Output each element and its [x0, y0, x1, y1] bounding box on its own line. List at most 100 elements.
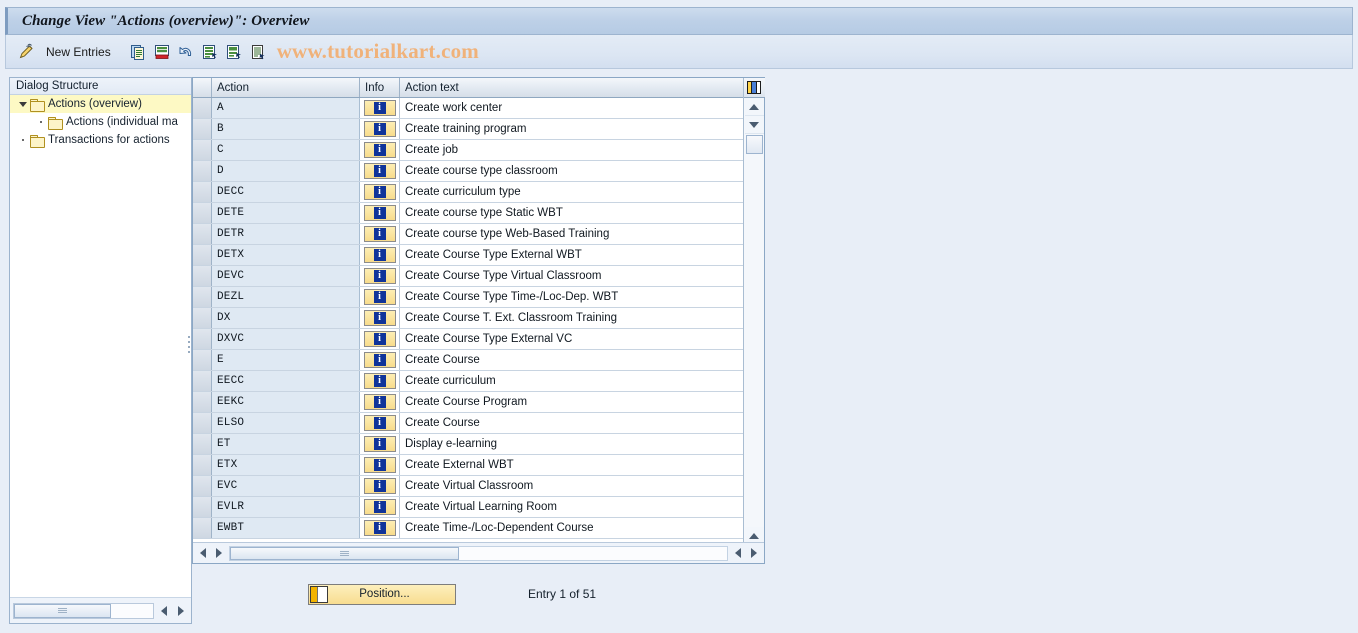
cell-action[interactable]: EWBT: [212, 518, 360, 538]
column-config-button[interactable]: [743, 78, 765, 98]
cell-action-text[interactable]: Create curriculum type: [400, 182, 745, 202]
info-button[interactable]: i: [363, 352, 396, 368]
row-select-cell[interactable]: [193, 476, 212, 496]
sidebar-scroll-left-button[interactable]: [156, 603, 171, 619]
info-button[interactable]: i: [363, 499, 396, 515]
expand-arrow-icon[interactable]: [16, 101, 30, 107]
table-scroll-right-button[interactable]: [211, 545, 227, 561]
table-row[interactable]: Ci Create job: [193, 140, 764, 161]
table-row[interactable]: ET i Display e-learning: [193, 434, 764, 455]
info-button[interactable]: i: [363, 436, 396, 452]
deselect-all-button[interactable]: [223, 40, 245, 64]
info-button[interactable]: i: [363, 163, 396, 179]
row-select-cell[interactable]: [193, 266, 212, 286]
row-select-cell[interactable]: [193, 518, 212, 538]
cell-action-text[interactable]: Create work center: [400, 98, 745, 118]
table-scroll-thumb[interactable]: [230, 546, 459, 560]
details-button[interactable]: [247, 40, 269, 64]
cell-action-text[interactable]: Create course type classroom: [400, 161, 745, 181]
cell-action-text[interactable]: Create training program: [400, 119, 745, 139]
cell-action-text[interactable]: Create Course: [400, 350, 745, 370]
table-row[interactable]: ETX i Create External WBT: [193, 455, 764, 476]
row-select-cell[interactable]: [193, 287, 212, 307]
cell-action[interactable]: C: [212, 140, 360, 160]
panel-splitter[interactable]: [186, 324, 191, 364]
sidebar-item-actions-overview[interactable]: Actions (overview): [10, 95, 191, 113]
table-scroll-left-button[interactable]: [195, 545, 211, 561]
table-row[interactable]: DETE i Create course type Static WBT: [193, 203, 764, 224]
cell-action-text[interactable]: Create External WBT: [400, 455, 745, 475]
table-row[interactable]: Ei Create Course: [193, 350, 764, 371]
table-row[interactable]: DECC i Create curriculum type: [193, 182, 764, 203]
row-select-cell[interactable]: [193, 497, 212, 517]
cell-action-text[interactable]: Create Time-/Loc-Dependent Course: [400, 518, 745, 538]
info-button[interactable]: i: [363, 310, 396, 326]
info-button[interactable]: i: [363, 184, 396, 200]
column-header-select[interactable]: [193, 78, 212, 97]
cell-action-text[interactable]: Create Course Type External WBT: [400, 245, 745, 265]
cell-action[interactable]: EVC: [212, 476, 360, 496]
cell-action-text[interactable]: Create Virtual Learning Room: [400, 497, 745, 517]
row-select-cell[interactable]: [193, 434, 212, 454]
cell-action[interactable]: ET: [212, 434, 360, 454]
row-select-cell[interactable]: [193, 392, 212, 412]
cell-action[interactable]: DETE: [212, 203, 360, 223]
cell-action[interactable]: DX: [212, 308, 360, 328]
scroll-down-button[interactable]: [744, 116, 764, 134]
cell-action-text[interactable]: Create Course Program: [400, 392, 745, 412]
info-button[interactable]: i: [363, 247, 396, 263]
row-select-cell[interactable]: [193, 140, 212, 160]
info-button[interactable]: i: [363, 415, 396, 431]
info-button[interactable]: i: [363, 205, 396, 221]
cell-action[interactable]: EECC: [212, 371, 360, 391]
cell-action[interactable]: D: [212, 161, 360, 181]
select-all-button[interactable]: [199, 40, 221, 64]
table-row[interactable]: Bi Create training program: [193, 119, 764, 140]
row-select-cell[interactable]: [193, 182, 212, 202]
table-row[interactable]: Di Create course type classroom: [193, 161, 764, 182]
row-select-cell[interactable]: [193, 98, 212, 118]
table-row[interactable]: DX i Create Course T. Ext. Classroom Train…: [193, 308, 764, 329]
table-row[interactable]: Ai Create work center: [193, 98, 764, 119]
position-button[interactable]: Position...: [308, 583, 456, 605]
table-row[interactable]: DETR i Create course type Web-Based Traini…: [193, 224, 764, 245]
table-row[interactable]: DEVC i Create Course Type Virtual Classroo…: [193, 266, 764, 287]
sidebar-scroll-thumb[interactable]: [14, 603, 112, 618]
info-button[interactable]: i: [363, 142, 396, 158]
cell-action-text[interactable]: Create course type Web-Based Training: [400, 224, 745, 244]
row-select-cell[interactable]: [193, 413, 212, 433]
info-button[interactable]: i: [363, 121, 396, 137]
sidebar-item-transactions-for-actions[interactable]: Transactions for actions: [10, 131, 191, 149]
info-button[interactable]: i: [363, 373, 396, 389]
cell-action[interactable]: ELSO: [212, 413, 360, 433]
info-button[interactable]: i: [363, 289, 396, 305]
cell-action[interactable]: EVLR: [212, 497, 360, 517]
scroll-up-button[interactable]: [744, 98, 764, 116]
cell-action[interactable]: B: [212, 119, 360, 139]
row-select-cell[interactable]: [193, 371, 212, 391]
info-button[interactable]: i: [363, 394, 396, 410]
cell-action-text[interactable]: Create Course Type Time-/Loc-Dep. WBT: [400, 287, 745, 307]
sidebar-item-actions-individual[interactable]: Actions (individual ma: [10, 113, 191, 131]
table-row[interactable]: EEKC i Create Course Program: [193, 392, 764, 413]
table-vertical-scrollbar[interactable]: [743, 78, 765, 563]
cell-action-text[interactable]: Create Virtual Classroom: [400, 476, 745, 496]
info-button[interactable]: i: [363, 268, 396, 284]
table-row[interactable]: EVC i Create Virtual Classroom: [193, 476, 764, 497]
table-row[interactable]: DETX i Create Course Type External WBT: [193, 245, 764, 266]
column-header-action[interactable]: Action: [212, 78, 360, 97]
table-row[interactable]: EVLR i Create Virtual Learning Room: [193, 497, 764, 518]
table-scroll-left-button-2[interactable]: [730, 545, 746, 561]
info-button[interactable]: i: [363, 520, 396, 536]
cell-action-text[interactable]: Create Course Type Virtual Classroom: [400, 266, 745, 286]
table-row[interactable]: EWBT i Create Time-/Loc-Dependent Course: [193, 518, 764, 539]
cell-action-text[interactable]: Create job: [400, 140, 745, 160]
row-select-cell[interactable]: [193, 350, 212, 370]
info-button[interactable]: i: [363, 226, 396, 242]
cell-action[interactable]: DETR: [212, 224, 360, 244]
delete-button[interactable]: [151, 40, 173, 64]
row-select-cell[interactable]: [193, 161, 212, 181]
row-select-cell[interactable]: [193, 329, 212, 349]
cell-action[interactable]: DEVC: [212, 266, 360, 286]
info-button[interactable]: i: [363, 100, 396, 116]
